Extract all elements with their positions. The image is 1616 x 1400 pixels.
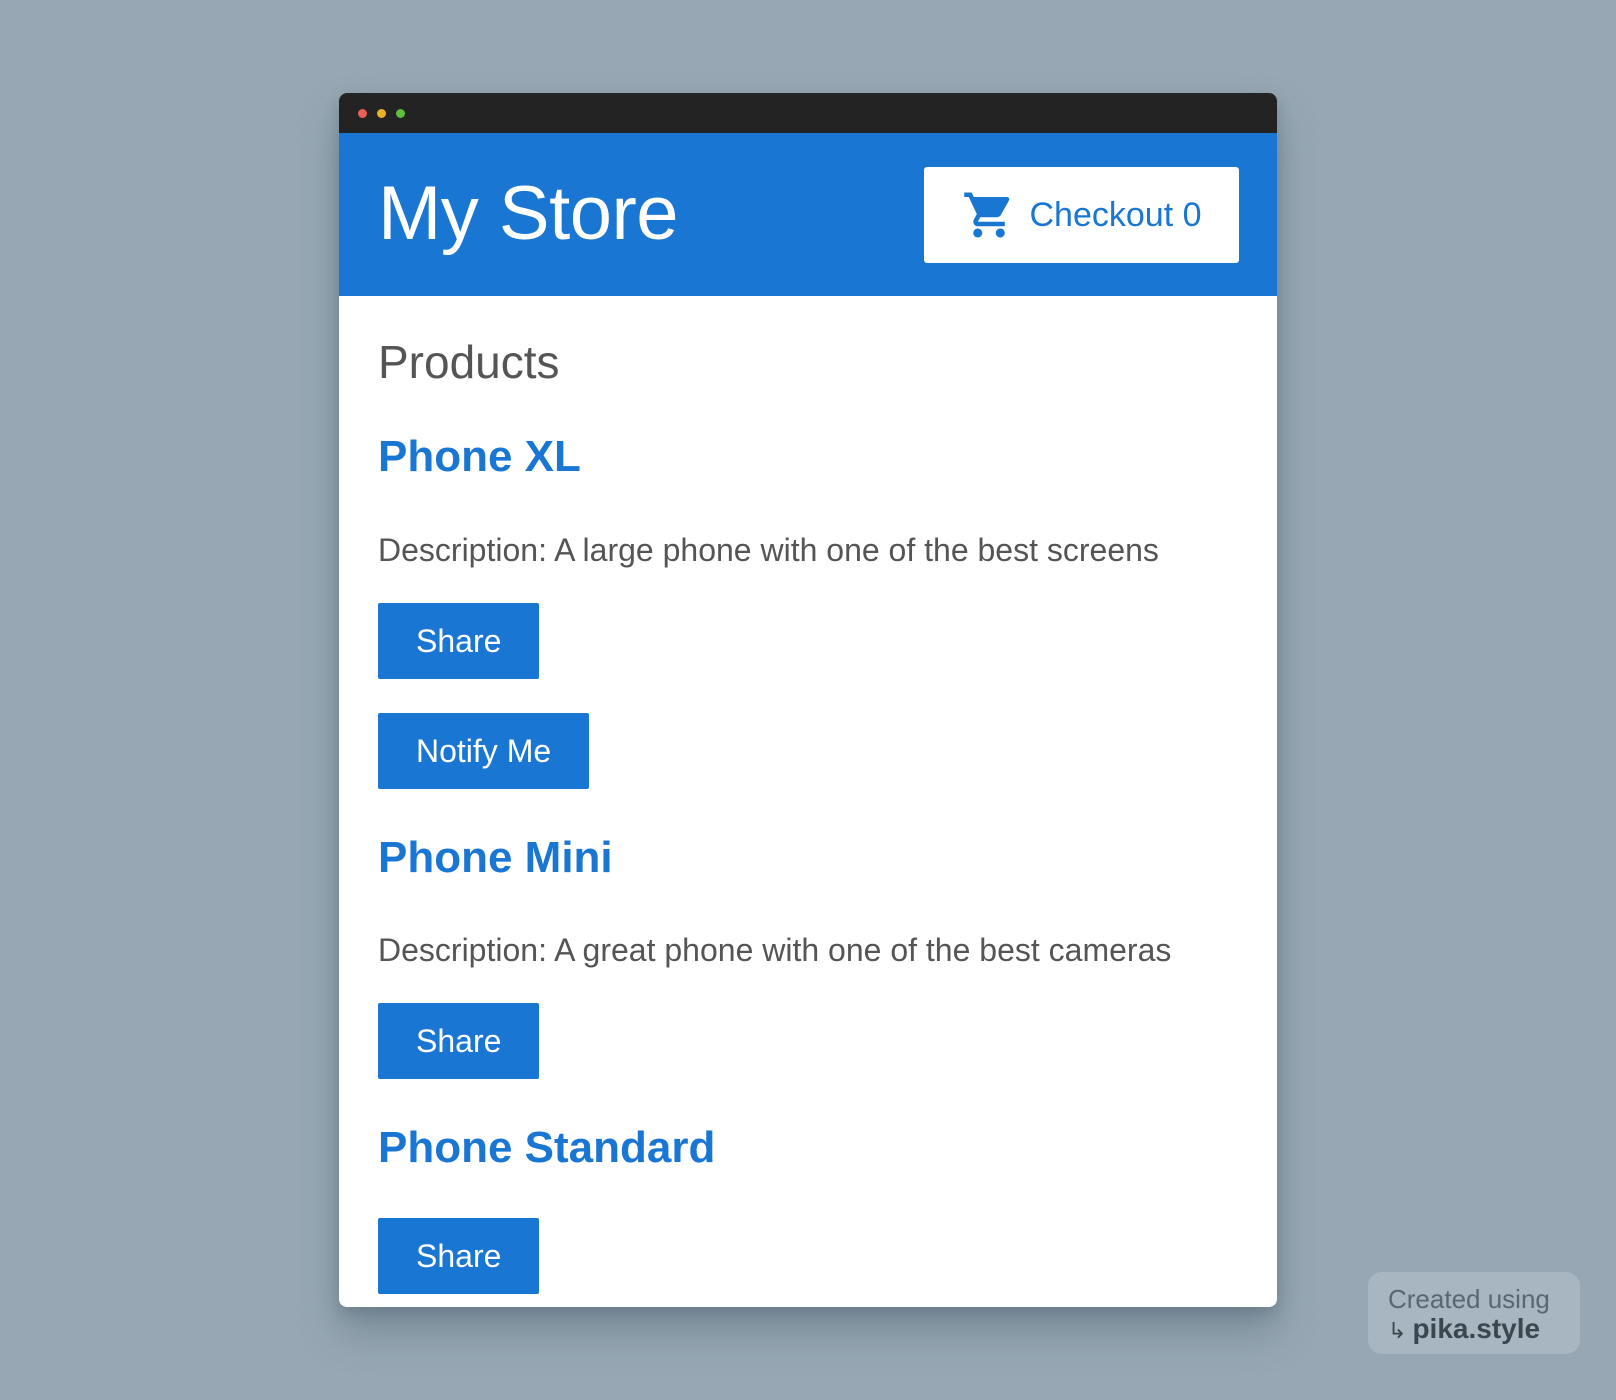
product-description: Description: A large phone with one of t… — [378, 532, 1159, 568]
maximize-window-dot[interactable] — [396, 109, 405, 118]
shopping-cart-icon — [962, 188, 1016, 242]
store-title[interactable]: My Store — [378, 171, 679, 257]
watermark-brand: ↳ pika.style — [1388, 1314, 1580, 1346]
notify-me-button[interactable]: Notify Me — [378, 713, 590, 789]
product-item: Phone XL Description: A large phone with… — [378, 390, 1238, 789]
top-bar: My Store Checkout 0 — [339, 133, 1277, 296]
close-window-dot[interactable] — [358, 109, 367, 118]
section-title: Products — [378, 336, 560, 388]
watermark-brand-label: pika.style — [1412, 1313, 1541, 1344]
watermark-caption: Created using — [1388, 1284, 1550, 1314]
return-arrow-icon: ↳ — [1388, 1318, 1407, 1343]
watermark-badge[interactable]: Created using ↳ pika.style — [1368, 1272, 1580, 1354]
product-item: Phone Standard Share — [378, 1121, 1238, 1294]
product-name-link[interactable]: Phone Mini — [378, 831, 1238, 885]
checkout-button[interactable]: Checkout 0 — [924, 167, 1239, 263]
product-description: Description: A great phone with one of t… — [378, 932, 1172, 968]
checkout-label: Checkout 0 — [1029, 195, 1202, 234]
product-name-link[interactable]: Phone Standard — [378, 1121, 1238, 1175]
backdrop: My Store Checkout 0 Products Phone XL De… — [0, 0, 1616, 1400]
minimize-window-dot[interactable] — [377, 109, 386, 118]
main-content: Products Phone XL Description: A large p… — [339, 296, 1277, 1294]
share-button[interactable]: Share — [378, 1218, 540, 1294]
product-name-link[interactable]: Phone XL — [378, 390, 1238, 484]
share-button[interactable]: Share — [378, 603, 540, 679]
browser-window: My Store Checkout 0 Products Phone XL De… — [339, 93, 1277, 1307]
window-titlebar — [339, 93, 1277, 133]
share-button[interactable]: Share — [378, 1003, 540, 1079]
product-item: Phone Mini Description: A great phone wi… — [378, 831, 1238, 1079]
